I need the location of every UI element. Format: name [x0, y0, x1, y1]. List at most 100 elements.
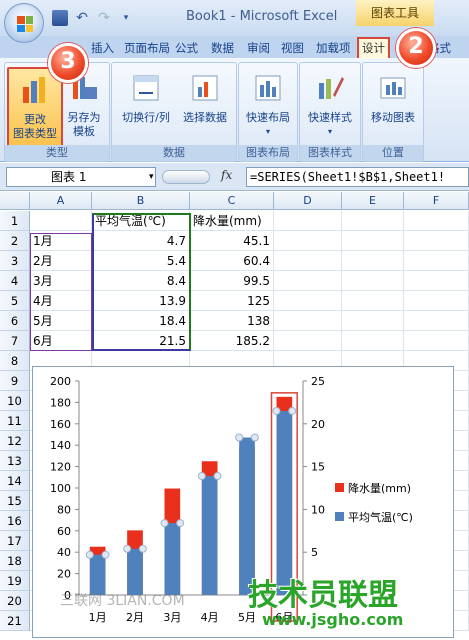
cell[interactable] — [342, 211, 404, 231]
row-header[interactable]: 20 — [0, 591, 30, 611]
formula-input[interactable]: =SERIES(Sheet1!$B$1,Sheet1! — [246, 167, 469, 187]
cell[interactable] — [342, 291, 404, 311]
row-header[interactable]: 15 — [0, 491, 30, 511]
row-header[interactable]: 11 — [0, 411, 30, 431]
column-header-a[interactable]: A — [30, 192, 92, 210]
cell[interactable] — [404, 251, 469, 271]
tab-addins[interactable]: 加载项 — [313, 39, 354, 58]
tab-formulas[interactable]: 公式 — [172, 39, 201, 58]
cell[interactable] — [30, 211, 92, 231]
row-header[interactable]: 12 — [0, 431, 30, 451]
row-header[interactable]: 4 — [0, 271, 30, 291]
row-header[interactable]: 17 — [0, 531, 30, 551]
tab-insert[interactable]: 插入 — [88, 39, 117, 58]
select-all-corner[interactable] — [0, 192, 30, 210]
name-box-value: 图表 1 — [51, 170, 87, 184]
cell[interactable] — [404, 331, 469, 351]
right-tick-label: 5 — [311, 546, 318, 559]
series-range-highlight-b — [92, 213, 191, 351]
category-range-highlight-a — [30, 233, 92, 351]
cell[interactable] — [404, 311, 469, 331]
cell[interactable] — [274, 271, 342, 291]
cell[interactable] — [342, 311, 404, 331]
row-header[interactable]: 21 — [0, 611, 30, 631]
formula-bar: 图表 1 ▾ fx =SERIES(Sheet1!$B$1,Sheet1! — [0, 163, 469, 191]
row-header[interactable]: 9 — [0, 371, 30, 391]
cell[interactable] — [404, 271, 469, 291]
customize-qat-icon[interactable]: ▾ — [118, 10, 134, 26]
row-header[interactable]: 2 — [0, 231, 30, 251]
cell[interactable] — [274, 231, 342, 251]
category-label: 3月 — [163, 611, 181, 624]
cell[interactable] — [404, 211, 469, 231]
cell[interactable] — [342, 271, 404, 291]
cell[interactable] — [342, 251, 404, 271]
row-header[interactable]: 6 — [0, 311, 30, 331]
tab-review[interactable]: 审阅 — [244, 39, 273, 58]
group-type-label: 类型 — [5, 145, 109, 161]
left-tick-label: 40 — [57, 546, 71, 559]
row-header[interactable]: 16 — [0, 511, 30, 531]
quick-layout-icon — [255, 75, 281, 101]
cell[interactable] — [342, 231, 404, 251]
row-header[interactable]: 7 — [0, 331, 30, 351]
column-header-b[interactable]: B — [92, 192, 190, 210]
save-icon[interactable] — [52, 10, 68, 26]
insert-function-icon[interactable]: fx — [221, 168, 232, 182]
left-tick-label: 120 — [50, 461, 71, 474]
cell[interactable] — [342, 331, 404, 351]
row-header[interactable]: 14 — [0, 471, 30, 491]
tab-page-layout[interactable]: 页面布局 — [121, 39, 173, 58]
row-header[interactable]: 8 — [0, 351, 30, 371]
column-header-c[interactable]: C — [190, 192, 274, 210]
cell[interactable]: 185.2 — [190, 331, 274, 351]
cell[interactable]: 99.5 — [190, 271, 274, 291]
left-tick-label: 60 — [57, 525, 71, 538]
name-box[interactable]: 图表 1 ▾ — [6, 167, 156, 187]
quick-layout-button[interactable]: 快速布局 ▾ — [241, 67, 295, 139]
row-header[interactable]: 3 — [0, 251, 30, 271]
cell[interactable]: 45.1 — [190, 231, 274, 251]
watermark-jsgho-url: www.jsgho.com — [262, 610, 404, 629]
group-chart-layouts: 快速布局 ▾ 图表布局 — [238, 62, 298, 162]
tab-data[interactable]: 数据 — [208, 39, 237, 58]
column-header-f[interactable]: F — [404, 192, 469, 210]
redo-icon[interactable]: ↷ — [96, 10, 112, 26]
cell[interactable] — [404, 231, 469, 251]
undo-icon[interactable]: ↶ — [74, 10, 90, 26]
row-header[interactable]: 10 — [0, 391, 30, 411]
right-tick-label: 15 — [311, 461, 325, 474]
formula-divider-handle[interactable] — [162, 170, 210, 184]
row-header[interactable]: 18 — [0, 551, 30, 571]
cell[interactable] — [274, 291, 342, 311]
cell[interactable] — [274, 251, 342, 271]
cell[interactable] — [274, 331, 342, 351]
right-tick-label: 10 — [311, 503, 325, 516]
name-box-dropdown-icon[interactable]: ▾ — [149, 168, 154, 186]
change-chart-type-button[interactable]: 更改 图表类型 — [7, 67, 63, 147]
selection-handle — [272, 406, 281, 415]
tab-view[interactable]: 视图 — [278, 39, 307, 58]
row-header[interactable]: 19 — [0, 571, 30, 591]
cell[interactable] — [274, 211, 342, 231]
selection-handle — [250, 433, 259, 442]
cell[interactable] — [404, 291, 469, 311]
cell[interactable]: 125 — [190, 291, 274, 311]
row-header[interactable]: 13 — [0, 451, 30, 471]
cell[interactable]: 138 — [190, 311, 274, 331]
quick-styles-button[interactable]: 快速样式 ▾ — [303, 67, 357, 139]
row-header[interactable]: 1 — [0, 211, 30, 231]
column-header-e[interactable]: E — [342, 192, 404, 210]
cell[interactable]: 60.4 — [190, 251, 274, 271]
move-chart-button[interactable]: 移动图表 — [366, 67, 420, 125]
row-header[interactable]: 5 — [0, 291, 30, 311]
select-data-button[interactable]: 选择数据 — [176, 67, 234, 125]
cell[interactable] — [274, 311, 342, 331]
selection-handle — [123, 544, 132, 553]
office-button[interactable] — [4, 3, 44, 43]
cell[interactable]: 降水量(mm) — [190, 211, 274, 231]
bar-temperature — [201, 476, 218, 595]
switch-row-column-button[interactable]: 切换行/列 — [116, 67, 176, 125]
group-location: 移动图表 位置 — [362, 62, 424, 162]
column-header-d[interactable]: D — [274, 192, 342, 210]
